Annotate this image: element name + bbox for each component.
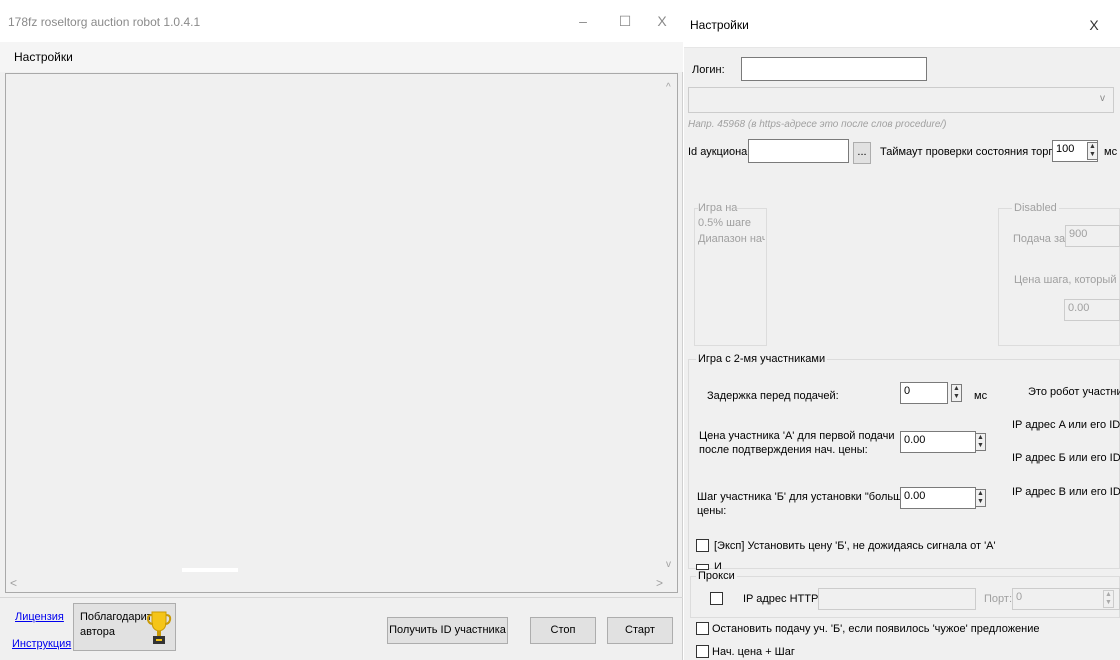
stop-b-checkbox[interactable]: [696, 622, 709, 635]
auction-id-input[interactable]: [748, 139, 849, 163]
scroll-right-arrow-icon[interactable]: >: [656, 576, 663, 590]
delay-spinner-icon[interactable]: ▲ ▼: [951, 384, 962, 402]
settings-close-button[interactable]: X: [1082, 13, 1106, 37]
get-participant-id-button[interactable]: Получить ID участника: [387, 617, 508, 644]
trophy-icon: [146, 611, 172, 644]
main-titlebar: 178fz roseltorg auction robot 1.0.4.1 – …: [0, 0, 683, 42]
half-step-line2: 0.5% шаге: [698, 217, 751, 229]
login-input[interactable]: [741, 57, 927, 81]
maximize-button[interactable]: ☐: [613, 9, 637, 33]
scroll-up-arrow-icon[interactable]: ^: [666, 82, 671, 93]
half-step-line1: Игра на: [698, 202, 738, 214]
auction-type-combobox[interactable]: v: [688, 87, 1114, 113]
delay-label: Задержка перед подачей:: [707, 390, 839, 402]
timeout-unit: мс: [1104, 146, 1118, 158]
timeout-value: 100: [1056, 143, 1075, 155]
half-step-line3: Диапазон нача: [698, 233, 765, 245]
scroll-down-arrow-icon[interactable]: v: [666, 559, 671, 570]
auction-id-label: Id аукциона:: [688, 146, 751, 158]
price-a-label-line2: после подтверждения нач. цены:: [699, 444, 868, 456]
license-link[interactable]: Лицензия: [15, 611, 64, 623]
settings-window-title: Настройки: [690, 18, 749, 32]
main-menubar: Настройки: [0, 42, 683, 72]
delay-unit: мс: [974, 390, 988, 402]
submit-for-label: Подача за: [1013, 233, 1066, 245]
browse-button[interactable]: ...: [853, 142, 871, 164]
login-label: Логин:: [692, 64, 725, 76]
close-button[interactable]: X: [650, 9, 674, 33]
disabled-group-title: Disabled: [1012, 202, 1059, 214]
ip-a-label: IP адрес A или его ID: [1012, 419, 1120, 431]
start-price-step-checkbox[interactable]: [696, 645, 709, 658]
proxy-http-input[interactable]: [818, 588, 976, 610]
stop-button[interactable]: Стоп: [530, 617, 596, 644]
step-price-label: Цена шага, который нужн: [1014, 274, 1120, 286]
scroll-left-arrow-icon[interactable]: <: [10, 576, 17, 590]
proxy-group-title: Прокси: [696, 570, 737, 582]
step-b-label-line1: Шаг участника 'Б' для установки "большой…: [697, 491, 919, 503]
price-a-spinner-icon[interactable]: ▲ ▼: [975, 433, 986, 451]
exp-set-price-checkbox[interactable]: [696, 539, 709, 552]
proxy-port-spinner-icon[interactable]: ▲ ▼: [1103, 590, 1114, 608]
auction-id-hint: Напр. 45968 (в https-адресе это после сл…: [688, 119, 947, 130]
timeout-spinner-icon[interactable]: ▲ ▼: [1087, 142, 1098, 160]
step-b-input[interactable]: 0.00: [900, 487, 976, 509]
step-b-label-line2: цены:: [697, 505, 727, 517]
main-window-title: 178fz roseltorg auction robot 1.0.4.1: [8, 15, 201, 29]
settings-titlebar: Настройки X: [684, 0, 1120, 48]
step-price-input[interactable]: 0.00: [1064, 299, 1120, 321]
price-a-input[interactable]: 0.00: [900, 431, 976, 453]
submit-for-input[interactable]: 900: [1065, 225, 1120, 247]
ip-b-label: IP адрес Б или его ID: [1012, 452, 1120, 464]
log-text-area[interactable]: ^ v < >: [5, 73, 678, 593]
proxy-http-label: IP адрес HTTP:: [743, 593, 822, 605]
menu-settings[interactable]: Настройки: [14, 50, 73, 64]
instructions-link[interactable]: Инструкция: [12, 638, 71, 650]
partial-checkbox-label: И: [714, 561, 722, 569]
stop-b-label: Остановить подачу уч. 'Б', если появилос…: [712, 623, 1040, 635]
step-b-spinner-icon[interactable]: ▲ ▼: [975, 489, 986, 507]
exp-set-price-label: [Эксп] Установить цену 'Б', не дожидаясь…: [714, 540, 996, 552]
thank-author-button[interactable]: Поблагодарить автора: [73, 603, 176, 651]
ip-v-label: IP адрес В или его ID: [1012, 486, 1120, 498]
thank-author-label: Поблагодарить автора: [80, 611, 158, 638]
chevron-down-icon: v: [1100, 93, 1105, 104]
start-price-step-label: Нач. цена + Шаг: [712, 646, 795, 658]
timeout-label: Таймаут проверки состояния торгов:: [880, 146, 1068, 158]
horizontal-scrollbar-thumb[interactable]: [182, 568, 238, 572]
delay-input[interactable]: 0: [900, 382, 948, 404]
proxy-port-label: Порт:: [984, 593, 1012, 605]
price-a-label-line1: Цена участника 'А' для первой подачи: [699, 430, 895, 442]
two-players-group-title: Игра с 2-мя участниками: [696, 353, 828, 365]
robot-participant-label: Это робот участника: [1028, 386, 1120, 398]
start-button[interactable]: Старт: [607, 617, 673, 644]
proxy-http-checkbox[interactable]: [710, 592, 723, 605]
minimize-button[interactable]: –: [571, 9, 595, 33]
footer-divider: [0, 597, 683, 598]
